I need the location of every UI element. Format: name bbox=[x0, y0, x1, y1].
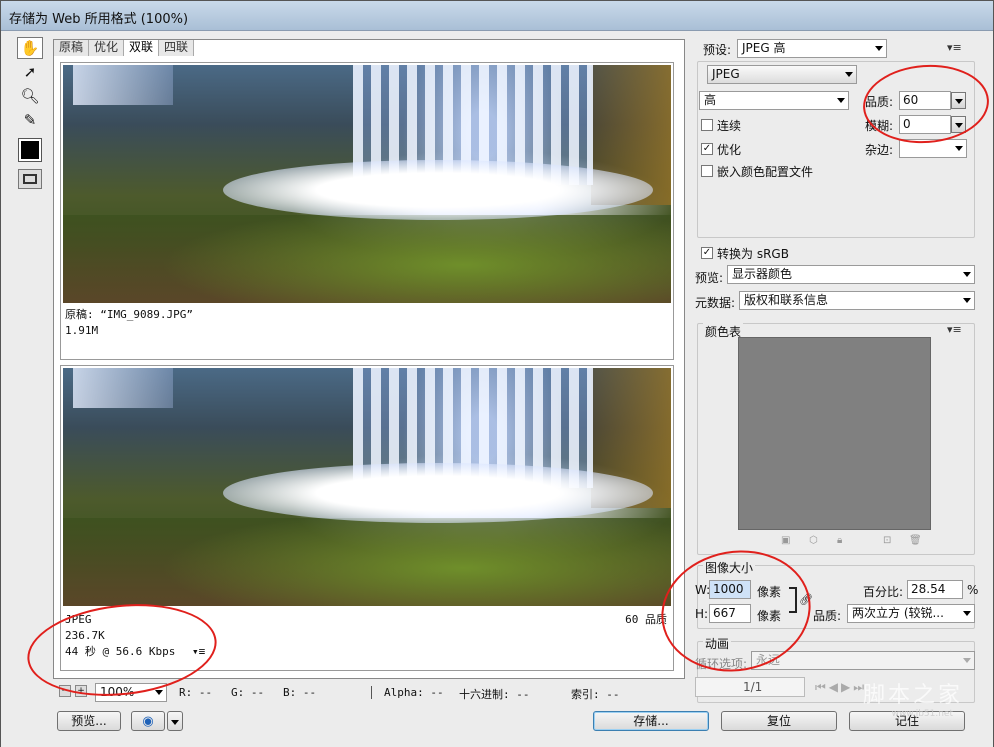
progressive-label: 连续 bbox=[717, 119, 742, 133]
new-color-icon[interactable]: ⊡ bbox=[883, 535, 891, 546]
percent-input[interactable]: 28.54 bbox=[907, 580, 963, 599]
metadata-label: 元数据: bbox=[695, 296, 736, 310]
tab-optimized[interactable]: 优化 bbox=[89, 40, 125, 56]
tab-4-up[interactable]: 四联 bbox=[159, 40, 195, 56]
color-table-menu-icon[interactable]: ▾≡ bbox=[947, 323, 962, 336]
title-bar: 存储为 Web 所用格式 (100%) bbox=[1, 1, 993, 31]
chevron-down-icon bbox=[955, 146, 963, 151]
preview-area: 原稿 优化 双联 四联 原稿: “IMG_9089.JPG” 1.91M JPE… bbox=[53, 39, 685, 679]
original-filename: 原稿: “IMG_9089.JPG” bbox=[65, 308, 193, 321]
browser-icon: ◉ bbox=[142, 714, 154, 729]
optimize-menu-icon[interactable]: ▾≡ bbox=[947, 41, 962, 54]
color-table[interactable] bbox=[738, 337, 931, 530]
percent-label: 百分比: bbox=[863, 585, 904, 599]
lock-color-icon[interactable]: 🔒︎ bbox=[837, 535, 842, 546]
hand-tool-icon[interactable]: ✋ bbox=[17, 37, 43, 59]
chevron-down-icon bbox=[837, 98, 845, 103]
original-info: 原稿: “IMG_9089.JPG” 1.91M bbox=[65, 307, 193, 339]
convert-srgb-checkbox[interactable]: ✓ bbox=[701, 247, 713, 259]
window-title: 存储为 Web 所用格式 (100%) bbox=[9, 12, 189, 27]
zoom-tool-icon[interactable]: 🔍︎ bbox=[17, 85, 43, 107]
preview-button[interactable]: 预览... bbox=[57, 711, 121, 731]
status-index: 索引: -- bbox=[571, 688, 620, 701]
preview-value: 显示器颜色 bbox=[732, 267, 793, 281]
preset-label: 预设: bbox=[703, 43, 732, 57]
toolbox: ✋ ➚ 🔍︎ ✎ bbox=[15, 37, 45, 189]
status-b: B: -- bbox=[283, 686, 317, 699]
web-shift-icon[interactable]: ⬡ bbox=[809, 535, 818, 546]
progressive-checkbox[interactable] bbox=[701, 119, 713, 131]
status-alpha: Alpha: -- bbox=[371, 686, 444, 699]
original-size: 1.91M bbox=[65, 324, 99, 337]
watermark: 脚本之家 bbox=[862, 683, 963, 708]
original-photo[interactable] bbox=[63, 65, 671, 303]
frame-counter: 1/1 bbox=[743, 680, 763, 694]
save-button[interactable]: 存储... bbox=[593, 711, 709, 731]
eyedropper-color-swatch[interactable] bbox=[18, 138, 42, 162]
map-transparent-icon[interactable]: ▣ bbox=[781, 535, 790, 546]
tab-2-up[interactable]: 双联 bbox=[124, 40, 160, 56]
optimized-label: 优化 bbox=[717, 143, 742, 157]
metadata-select[interactable]: 版权和联系信息 bbox=[739, 291, 975, 310]
percent-sign: % bbox=[967, 583, 979, 597]
tab-original[interactable]: 原稿 bbox=[54, 40, 90, 56]
chevron-down-icon bbox=[155, 690, 163, 695]
resample-label: 品质: bbox=[813, 609, 842, 623]
optimized-photo[interactable] bbox=[63, 368, 671, 606]
format-value: JPEG bbox=[712, 67, 740, 81]
preset-select[interactable]: JPEG 高 bbox=[737, 39, 887, 58]
toggle-slices-icon[interactable] bbox=[18, 169, 42, 189]
save-for-web-dialog: 存储为 Web 所用格式 (100%) ✋ ➚ 🔍︎ ✎ 原稿 优化 双联 四联 bbox=[0, 0, 994, 747]
dialog-body: ✋ ➚ 🔍︎ ✎ 原稿 优化 双联 四联 原稿: “IMG_9089.JPG” … bbox=[1, 31, 993, 747]
color-table-title: 颜色表 bbox=[703, 323, 744, 340]
chevron-down-icon bbox=[171, 720, 179, 725]
view-tabs: 原稿 优化 双联 四联 bbox=[54, 40, 195, 56]
optimized-checkbox[interactable]: ✓ bbox=[701, 143, 713, 155]
compression-select[interactable]: 高 bbox=[699, 91, 849, 110]
format-select[interactable]: JPEG bbox=[707, 65, 857, 84]
chevron-down-icon bbox=[963, 298, 971, 303]
chevron-down-icon bbox=[963, 658, 971, 663]
original-pane[interactable]: 原稿: “IMG_9089.JPG” 1.91M bbox=[60, 62, 674, 360]
preview-label: 预览: bbox=[695, 271, 724, 285]
preview-select[interactable]: 显示器颜色 bbox=[727, 265, 975, 284]
status-hex: 十六进制: -- bbox=[459, 688, 530, 701]
chevron-down-icon bbox=[963, 611, 971, 616]
embed-profile-label: 嵌入颜色配置文件 bbox=[717, 165, 814, 179]
matte-label: 杂边: bbox=[865, 143, 894, 157]
chevron-down-icon bbox=[963, 272, 971, 277]
browser-preview-button[interactable]: ◉ bbox=[131, 711, 165, 731]
eyedropper-tool-icon[interactable]: ✎ bbox=[17, 109, 43, 131]
chevron-down-icon bbox=[845, 72, 853, 77]
slice-select-tool-icon[interactable]: ➚ bbox=[17, 61, 43, 83]
status-g: G: -- bbox=[231, 686, 265, 699]
status-r: R: -- bbox=[179, 686, 213, 699]
metadata-value: 版权和联系信息 bbox=[744, 293, 829, 307]
chevron-down-icon bbox=[875, 46, 883, 51]
delete-color-icon[interactable]: 🗑︎ bbox=[909, 535, 922, 546]
convert-srgb-label: 转换为 sRGB bbox=[717, 247, 789, 261]
resample-select[interactable]: 两次立方 (较锐... bbox=[847, 604, 975, 623]
watermark-url: www.jb51.net bbox=[891, 709, 953, 719]
browser-menu-button[interactable] bbox=[167, 711, 183, 731]
resample-value: 两次立方 (较锐... bbox=[852, 606, 944, 620]
reset-button[interactable]: 复位 bbox=[721, 711, 837, 731]
compression-value: 高 bbox=[704, 93, 717, 107]
embed-profile-checkbox[interactable] bbox=[701, 165, 713, 177]
preset-value: JPEG 高 bbox=[742, 41, 786, 55]
animation-controls-icon[interactable]: ⏮◀▶⏭ bbox=[815, 680, 867, 695]
